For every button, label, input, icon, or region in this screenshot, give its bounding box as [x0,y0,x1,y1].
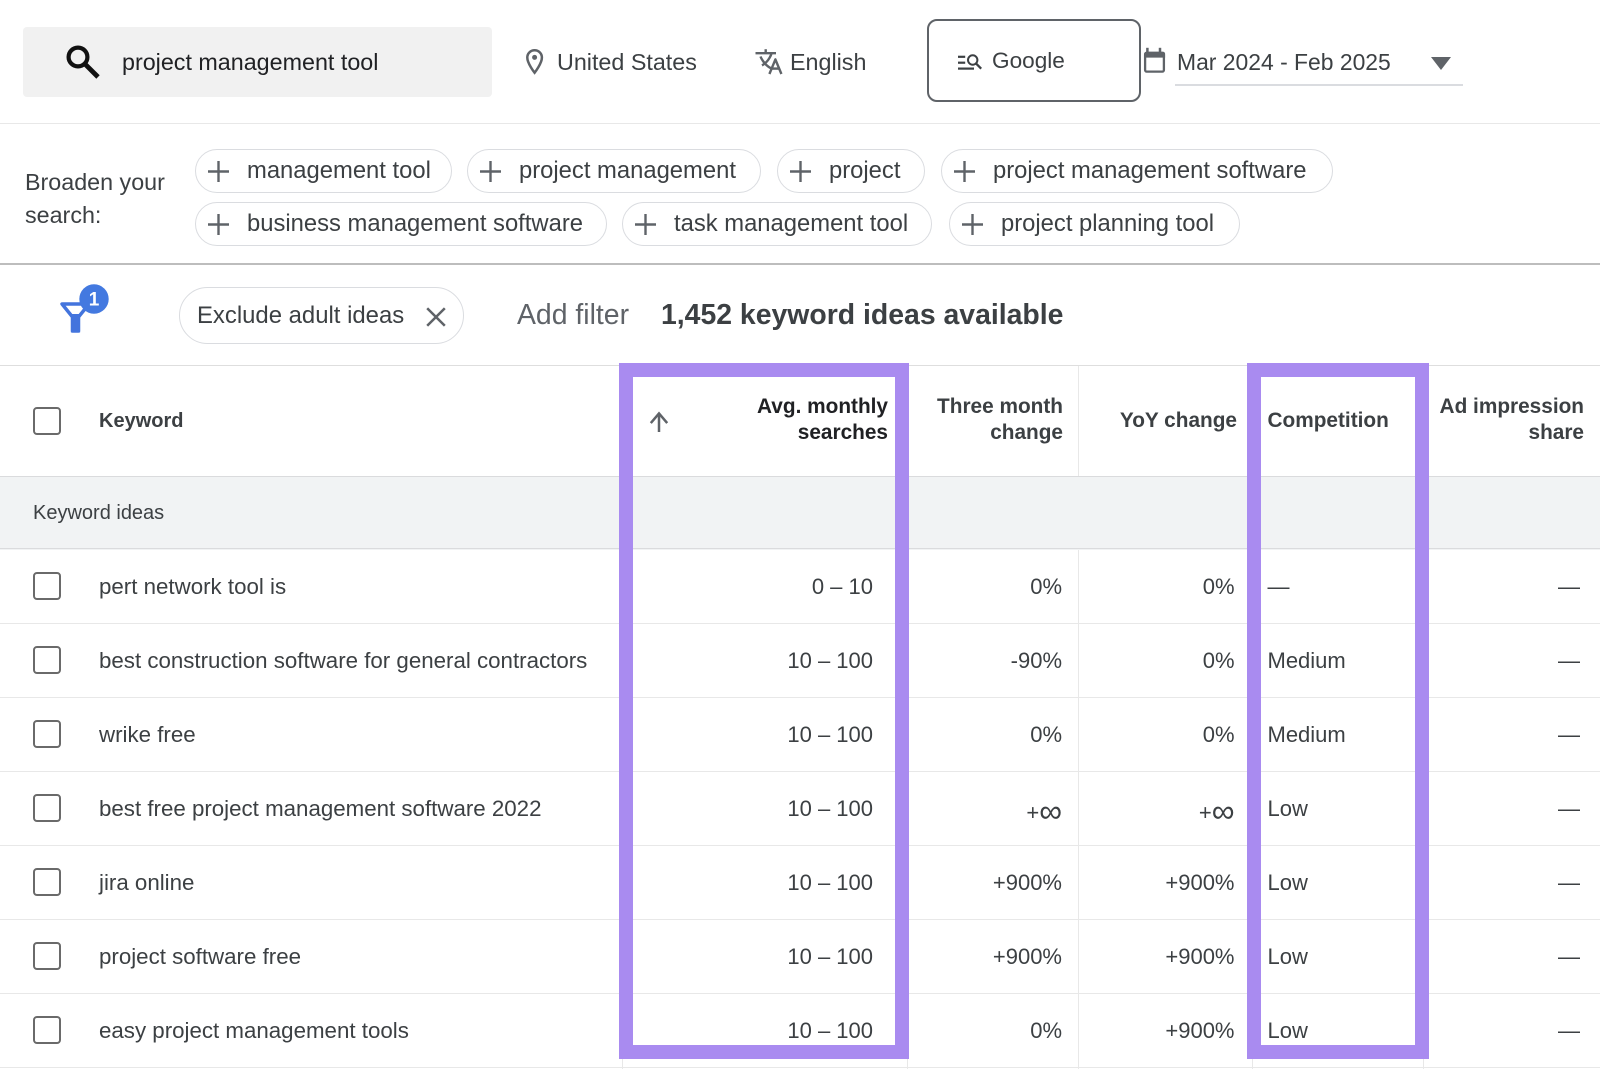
svg-text:1: 1 [89,290,100,311]
